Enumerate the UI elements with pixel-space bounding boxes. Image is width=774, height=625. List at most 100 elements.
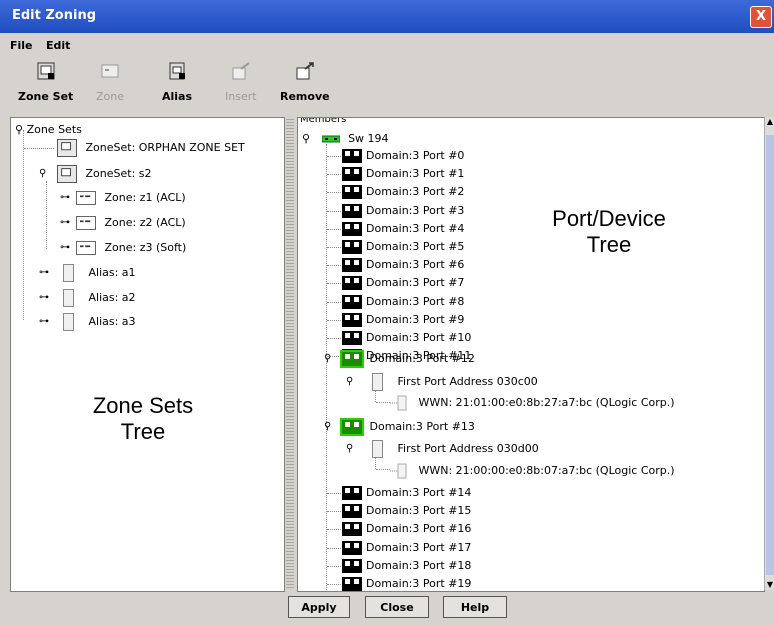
close-icon[interactable]: X (750, 6, 772, 28)
tree-item-port[interactable]: Domain:3 Port #5 (327, 238, 464, 256)
scroll-down-icon[interactable]: ▼ (765, 580, 774, 590)
tree-expanded-knob-icon[interactable]: ⚲ (346, 373, 353, 391)
tree-item-port[interactable]: Domain:3 Port #1 (327, 165, 465, 183)
tree-item-alias-a3[interactable]: Alias: a3 (63, 313, 136, 331)
tree-item-port12-address[interactable]: First Port Address 030c00 (372, 373, 538, 391)
port-label: Domain:3 Port #9 (366, 312, 465, 326)
tree-collapsed-knob-icon[interactable]: ⊶ (60, 214, 70, 232)
tree-item-port[interactable]: Domain:3 Port #8 (327, 293, 464, 311)
tree-item-port[interactable]: Domain:3 Port #6 (327, 256, 464, 274)
port-icon (342, 540, 362, 555)
port-device-tree-caption: Port/Device Tree (552, 206, 666, 257)
port-label: Domain:3 Port #14 (366, 486, 472, 499)
scroll-thumb[interactable] (766, 135, 774, 575)
zone-button: Zone (96, 61, 124, 103)
tree-collapsed-knob-icon[interactable]: ⊶ (39, 313, 49, 331)
port-icon (342, 203, 362, 218)
tree-item-zoneset-s2[interactable]: ZoneSet: s2 (57, 165, 152, 183)
tree-item-port13-wwn[interactable]: WWN: 21:00:00:e0:8b:07:a7:bc (QLogic Cor… (390, 462, 675, 480)
tree-item-port[interactable]: Domain:3 Port #9 (327, 311, 465, 329)
zone-icon (101, 64, 119, 78)
window-title: Edit Zoning (12, 8, 97, 23)
port-icon (342, 149, 362, 163)
alias-icon (63, 289, 74, 307)
tree-item-switch-sw194[interactable]: ⚲ Sw 194 (302, 130, 389, 148)
tree-expanded-knob-icon[interactable]: ⚲ (324, 350, 331, 368)
help-button[interactable]: Help (443, 596, 507, 618)
tree-item-orphan-zoneset[interactable]: ZoneSet: ORPHAN ZONE SET (57, 139, 245, 157)
device-icon (372, 440, 383, 458)
tree-item-port[interactable]: Domain:3 Port #14 (327, 484, 472, 502)
port-icon (342, 276, 362, 291)
port-icon (342, 312, 362, 327)
port-label: Domain:3 Port #0 (366, 149, 465, 162)
port-label: Domain:3 Port #10 (366, 331, 472, 344)
port-label: Domain:3 Port #18 (366, 558, 472, 572)
zone-icon (76, 191, 96, 205)
tree-item-port-13[interactable]: Domain:3 Port #13 (340, 418, 475, 436)
port-icon (340, 350, 364, 368)
tree-item-zone-z2[interactable]: Zone: z2 (ACL) (76, 214, 186, 232)
tree-item-port[interactable]: Domain:3 Port #17 (327, 539, 472, 557)
tree-item-port12-wwn[interactable]: WWN: 21:01:00:e0:8b:27:a7:bc (QLogic Cor… (390, 394, 675, 412)
tree-collapsed-knob-icon[interactable]: ⊶ (39, 264, 49, 282)
port-icon (342, 558, 362, 573)
port-icon (342, 294, 362, 309)
tree-item-port[interactable]: Domain:3 Port #18 (327, 557, 472, 575)
tree-item-zone-z3[interactable]: Zone: z3 (Soft) (76, 239, 186, 257)
alias-icon (63, 264, 74, 282)
button-bar: Apply Close Help (0, 590, 774, 625)
remove-button[interactable]: Remove (280, 61, 330, 103)
zoneset-icon (57, 139, 77, 157)
port-label: Domain:3 Port #1 (366, 167, 465, 181)
tree-collapsed-knob-icon[interactable]: ⊶ (60, 189, 70, 207)
tree-item-port[interactable]: Domain:3 Port #10 (327, 329, 472, 347)
members-tree[interactable]: Members Port/Device Tree ⚲ Sw 194 Domain… (297, 117, 765, 592)
apply-button[interactable]: Apply (288, 596, 350, 618)
menu-bar: File Edit (0, 35, 774, 57)
tree-item-alias-a1[interactable]: Alias: a1 (63, 264, 136, 282)
tree-item-alias-a2[interactable]: Alias: a2 (63, 289, 136, 307)
port-icon (342, 258, 362, 273)
alias-button[interactable]: Alias (162, 61, 192, 103)
remove-icon (296, 62, 314, 80)
tree-expanded-knob-icon: ⚲ (15, 123, 24, 136)
port-label: Domain:3 Port #15 (366, 504, 472, 518)
tree-item-port[interactable]: Domain:3 Port #2 (327, 183, 465, 201)
tree-collapsed-knob-icon[interactable]: ⊶ (60, 239, 70, 257)
zone-sets-tree[interactable]: ⚲ Zone Sets ZoneSet: ORPHAN ZONE SET ⚲ Z… (10, 117, 285, 592)
wwn-node-icon (390, 395, 407, 411)
zone-set-button[interactable]: Zone Set (18, 61, 73, 103)
tree-item-port[interactable]: Domain:3 Port #16 (327, 520, 471, 538)
port-icon (342, 577, 362, 591)
tree-collapsed-knob-icon[interactable]: ⊶ (39, 289, 49, 307)
close-button[interactable]: Close (365, 596, 429, 618)
port-icon (342, 331, 362, 345)
port-icon (342, 240, 362, 254)
zone-sets-root[interactable]: ⚲ Zone Sets (15, 121, 82, 139)
zone-sets-tree-caption: Zone Sets Tree (92, 393, 194, 444)
tree-expanded-knob-icon[interactable]: ⚲ (346, 440, 353, 458)
port-icon (342, 185, 362, 200)
members-scrollbar[interactable]: ▲ ▼ (764, 117, 774, 590)
scroll-up-icon[interactable]: ▲ (765, 117, 774, 127)
port-label: Domain:3 Port #17 (366, 540, 472, 554)
zone-set-icon (37, 62, 55, 80)
menu-edit[interactable]: Edit (46, 39, 70, 52)
split-pane-divider[interactable] (286, 117, 294, 590)
toolbar: Zone Set Zone Alias Insert Remove (0, 59, 774, 117)
tree-item-zone-z1[interactable]: Zone: z1 (ACL) (76, 189, 186, 207)
tree-item-port[interactable]: Domain:3 Port #3 (327, 202, 465, 220)
port-label: Domain:3 Port #2 (366, 185, 465, 199)
tree-item-port[interactable]: Domain:3 Port #4 (327, 220, 464, 238)
tree-item-port[interactable]: Domain:3 Port #7 (327, 274, 464, 292)
tree-item-port[interactable]: Domain:3 Port #0 (327, 147, 465, 165)
insert-button: Insert (225, 61, 257, 103)
menu-file[interactable]: File (10, 39, 33, 52)
port-icon (342, 221, 362, 236)
tree-item-port[interactable]: Domain:3 Port #15 (327, 502, 472, 520)
tree-item-port-12[interactable]: Domain:3 Port #12 (340, 350, 475, 368)
port-label: Domain:3 Port #3 (366, 203, 465, 217)
tree-expanded-knob-icon[interactable]: ⚲ (324, 418, 331, 436)
tree-item-port13-address[interactable]: First Port Address 030d00 (372, 440, 539, 458)
